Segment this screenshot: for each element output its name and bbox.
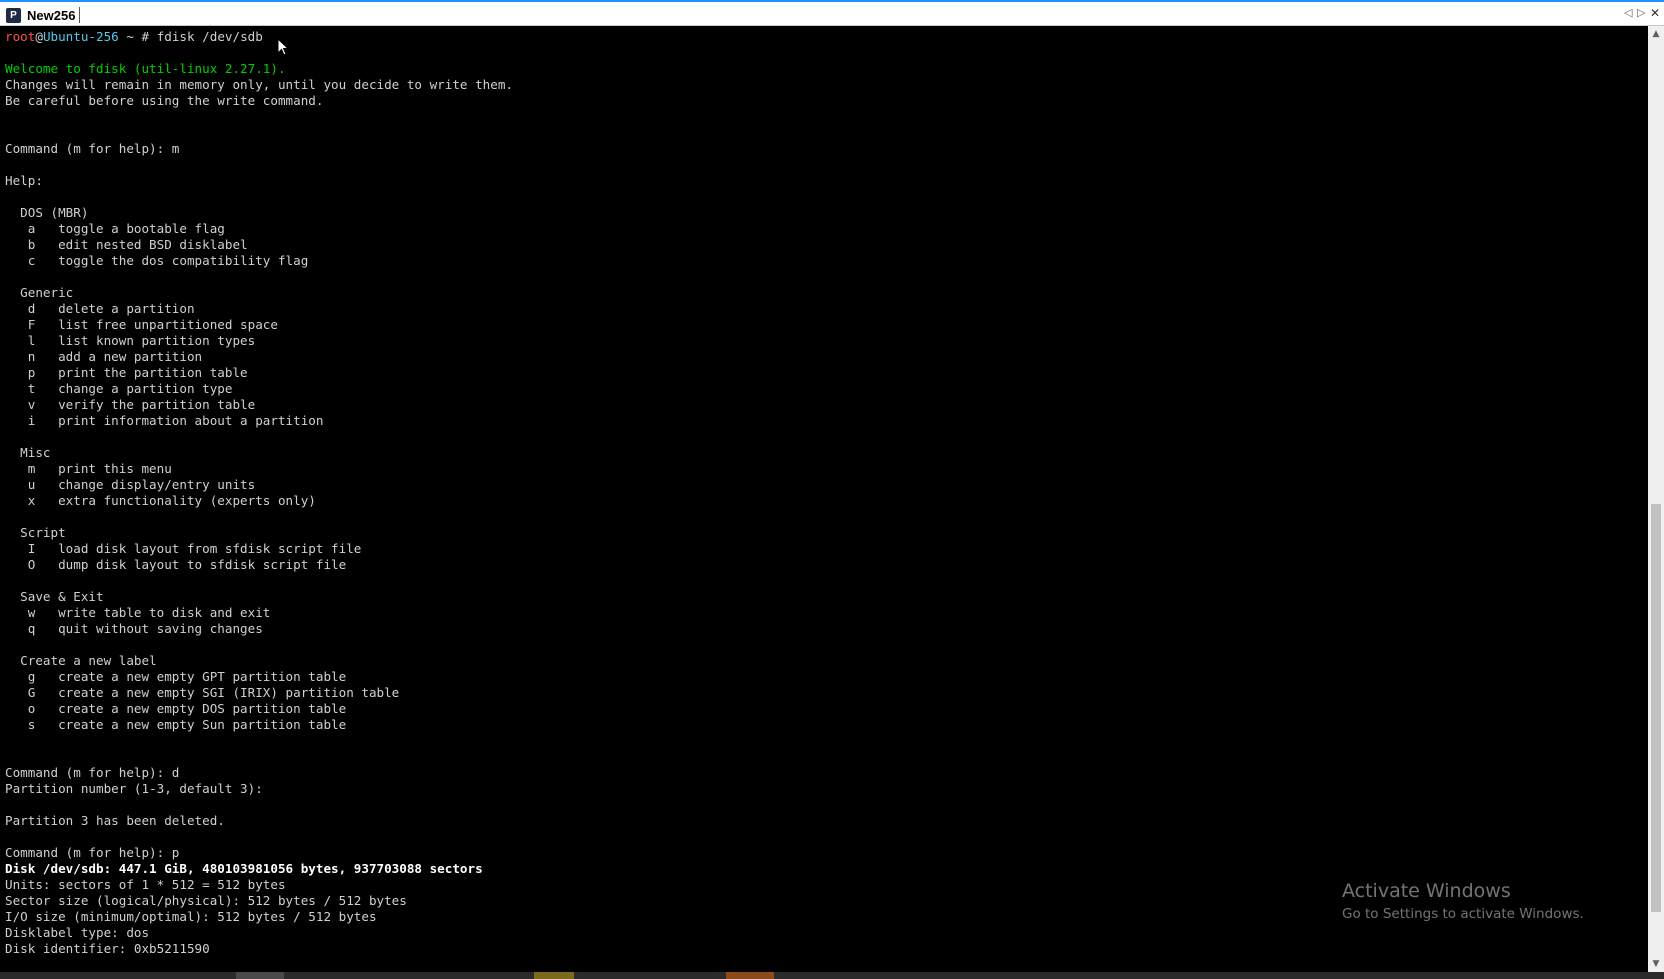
- terminal-line: l list known partition types: [5, 333, 256, 348]
- terminal-line: p print the partition table: [5, 365, 248, 380]
- taskbar: [0, 972, 1664, 979]
- terminal-line: g create a new empty GPT partition table: [5, 669, 347, 684]
- terminal-output[interactable]: root@Ubuntu-256 ~ # fdisk /dev/sdb Welco…: [0, 26, 1648, 972]
- terminal-line: m print this menu: [5, 461, 172, 476]
- taskbar-item[interactable]: [726, 972, 774, 979]
- taskbar-item[interactable]: [236, 972, 284, 979]
- terminal-line: Help:: [5, 173, 43, 188]
- shell-prompt-line: root@Ubuntu-256 ~ # fdisk /dev/sdb: [5, 29, 1648, 45]
- terminal-lines: Welcome to fdisk (util-linux 2.27.1). Cha…: [5, 45, 1648, 957]
- terminal-line: Welcome to fdisk (util-linux 2.27.1).: [5, 61, 286, 76]
- scroll-tabs-left-icon[interactable]: ◁: [1624, 6, 1632, 19]
- terminal-line: Partition 3 has been deleted.: [5, 813, 225, 828]
- terminal-line: Disk /dev/sdb: 447.1 GiB, 480103981056 b…: [5, 861, 483, 876]
- taskbar-item[interactable]: [534, 972, 574, 979]
- tab-separator: [79, 7, 81, 23]
- terminal-line: F list free unpartitioned space: [5, 317, 278, 332]
- putty-icon: P: [6, 7, 21, 23]
- terminal-line: O dump disk layout to sfdisk script file: [5, 557, 347, 572]
- terminal-line: Command (m for help): p: [5, 845, 180, 860]
- mouse-cursor-icon: [277, 38, 289, 56]
- terminal-line: d delete a partition: [5, 301, 195, 316]
- prompt-user: root: [5, 29, 36, 44]
- session-tab-label: New256: [27, 7, 76, 23]
- close-tab-icon[interactable]: ✕: [1650, 6, 1660, 20]
- terminal-line: Changes will remain in memory only, unti…: [5, 77, 513, 92]
- terminal-line: Be careful before using the write comman…: [5, 93, 324, 108]
- terminal-line: x extra functionality (experts only): [5, 493, 316, 508]
- session-tab[interactable]: P New256: [6, 5, 81, 25]
- prompt-suffix: ~ #: [118, 29, 157, 44]
- terminal-line: a toggle a bootable flag: [5, 221, 225, 236]
- terminal-line: q quit without saving changes: [5, 621, 263, 636]
- terminal-line: Save & Exit: [5, 589, 104, 604]
- terminal-line: DOS (MBR): [5, 205, 89, 220]
- title-bar: P New256 ◁ ▷ ✕: [0, 0, 1664, 26]
- terminal-line: Partition number (1-3, default 3):: [5, 781, 263, 796]
- activate-windows-watermark: Activate Windows Go to Settings to activ…: [1342, 878, 1584, 924]
- terminal-line: Create a new label: [5, 653, 157, 668]
- terminal-line: u change display/entry units: [5, 477, 256, 492]
- terminal-line: w write table to disk and exit: [5, 605, 271, 620]
- terminal-line: Disklabel type: dos: [5, 925, 150, 940]
- terminal-line: Misc: [5, 445, 51, 460]
- scroll-down-icon[interactable]: ▼: [1648, 956, 1664, 972]
- scroll-tabs-right-icon[interactable]: ▷: [1637, 6, 1645, 19]
- terminal-line: o create a new empty DOS partition table: [5, 701, 347, 716]
- terminal-line: n add a new partition: [5, 349, 203, 364]
- scrollbar-thumb[interactable]: [1651, 504, 1661, 912]
- terminal-line: Command (m for help): d: [5, 765, 180, 780]
- terminal-line: s create a new empty Sun partition table: [5, 717, 347, 732]
- terminal-line: G create a new empty SGI (IRIX) partitio…: [5, 685, 400, 700]
- prompt-command: fdisk /dev/sdb: [156, 29, 263, 44]
- terminal-line: Script: [5, 525, 66, 540]
- terminal-line: I load disk layout from sfdisk script fi…: [5, 541, 362, 556]
- watermark-subtitle: Go to Settings to activate Windows.: [1342, 906, 1584, 922]
- watermark-title: Activate Windows: [1342, 880, 1511, 902]
- terminal-line: Generic: [5, 285, 74, 300]
- prompt-at: @: [35, 29, 43, 44]
- terminal-line: Command (m for help): m: [5, 141, 180, 156]
- prompt-host: Ubuntu-256: [42, 29, 119, 44]
- terminal-line: b edit nested BSD disklabel: [5, 237, 248, 252]
- terminal-line: Disk identifier: 0xb5211590: [5, 941, 210, 956]
- terminal-line: c toggle the dos compatibility flag: [5, 253, 309, 268]
- vertical-scrollbar[interactable]: ▲ ▼: [1648, 26, 1664, 972]
- terminal-line: t change a partition type: [5, 381, 233, 396]
- terminal-line: i print information about a partition: [5, 413, 324, 428]
- terminal-line: v verify the partition table: [5, 397, 256, 412]
- scroll-up-icon[interactable]: ▲: [1648, 26, 1664, 42]
